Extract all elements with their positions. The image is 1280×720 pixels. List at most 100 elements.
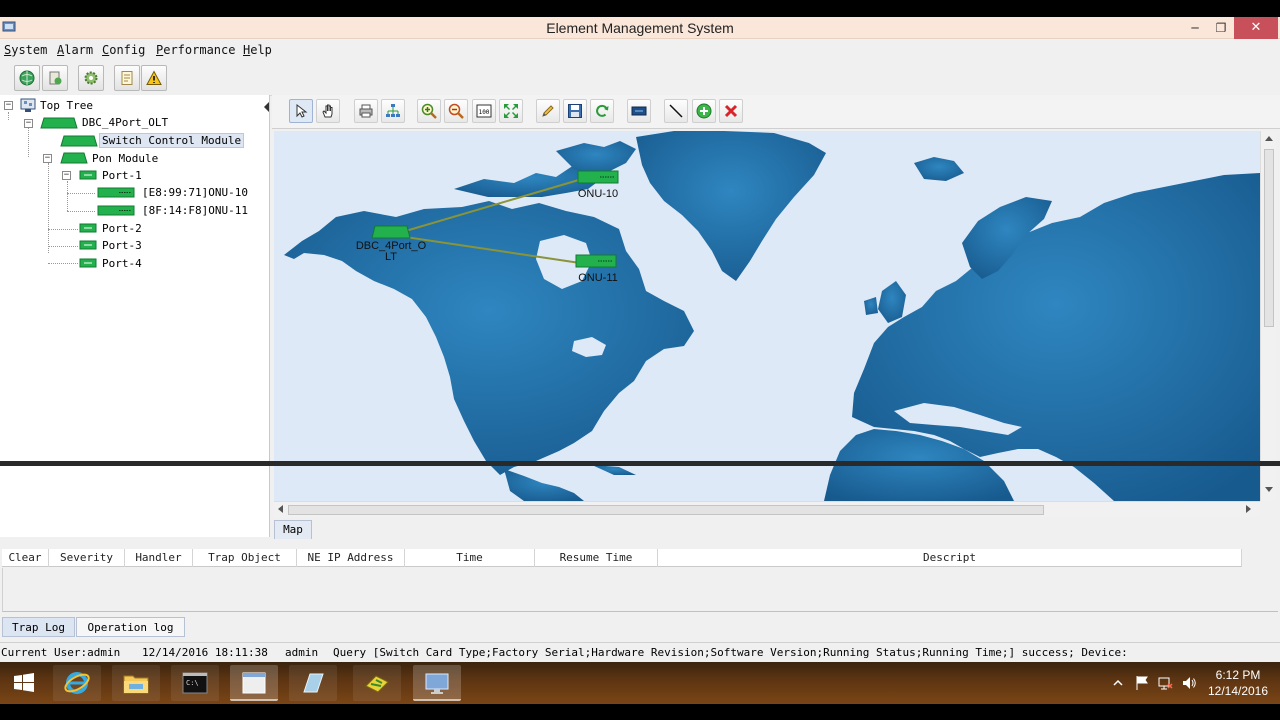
column-severity[interactable]: Severity [49,549,125,567]
select-tool-button[interactable] [289,99,313,123]
taskbar-remote-desktop[interactable] [413,665,461,701]
save-button[interactable] [563,99,587,123]
zoom-out-icon [448,103,464,119]
svg-text:C:\: C:\ [186,679,199,687]
zoom-in-button[interactable] [417,99,441,123]
tree-node-switch-control-module[interactable]: Switch Control Module [99,132,245,149]
menu-performance[interactable]: Performance [156,43,235,57]
add-button[interactable] [692,99,716,123]
settings-icon [84,71,98,85]
actual-size-button[interactable]: 100 [472,99,496,123]
title-bar[interactable]: Element Management System ─ ❐ ✕ [0,17,1280,39]
tree-node-pon-module[interactable]: Pon Module [90,150,160,167]
menu-help[interactable]: Help [243,43,272,57]
globe-icon [19,70,35,86]
panel-splitter[interactable] [0,461,1280,466]
vertical-scroll-thumb[interactable] [1264,149,1274,327]
auto-layout-button[interactable] [381,99,405,123]
device-list-button[interactable] [42,65,68,91]
start-button[interactable] [0,665,48,701]
tree-expander-pon-module[interactable]: − [43,154,52,163]
port-icon [79,240,97,250]
menu-bar: System Alarm Config Performance Help [0,40,1280,60]
scroll-right-arrow-icon[interactable] [1246,505,1251,513]
collapse-panel-arrow-icon[interactable] [264,102,269,112]
tab-map[interactable]: Map [274,520,312,539]
tree-node-port-2[interactable]: Port-2 [100,220,144,237]
add-device-button[interactable] [627,99,651,123]
column-descript[interactable]: Descript [658,549,1242,567]
fit-to-window-button[interactable] [499,99,523,123]
plus-circle-icon [696,103,712,119]
status-message: Query [Switch Card Type;Factory Serial;H… [333,646,1128,659]
column-handler[interactable]: Handler [125,549,193,567]
zoom-out-button[interactable] [444,99,468,123]
taskbar-file-explorer[interactable] [112,665,160,701]
hand-icon [322,104,333,118]
screen-top-bar [0,0,1280,17]
taskbar-command-prompt[interactable]: C:\ [171,665,219,701]
tree-node-port-1[interactable]: Port-1 [100,167,144,184]
taskbar-network-tool[interactable] [353,665,401,701]
volume-icon[interactable] [1181,675,1197,691]
window-title: Element Management System [546,20,734,36]
restore-button[interactable]: ❐ [1206,17,1236,39]
tab-trap-log[interactable]: Trap Log [2,617,75,637]
print-button[interactable] [354,99,378,123]
map-vertical-scrollbar[interactable] [1260,131,1276,501]
menu-config[interactable]: Config [102,43,145,57]
link-line-icon [669,104,683,118]
tree-node-port-3[interactable]: Port-3 [100,237,144,254]
folder-icon [123,675,149,694]
tab-operation-log[interactable]: Operation log [76,617,185,637]
show-hidden-icons-icon[interactable] [1112,675,1124,691]
settings-button[interactable] [78,65,104,91]
taskbar-internet-explorer[interactable] [53,665,101,701]
status-operator: admin [285,646,319,659]
menu-alarm[interactable]: Alarm [57,43,93,57]
column-time[interactable]: Time [405,549,535,567]
trap-table-body[interactable] [2,568,1278,612]
network-root-icon [20,98,36,112]
zoom-100-icon: 100 [476,104,492,118]
topology-button[interactable] [14,65,40,91]
action-center-flag-icon[interactable] [1134,675,1150,691]
taskbar-document-app[interactable] [289,665,337,701]
tree-expander-root[interactable]: − [4,101,13,110]
column-resume-time[interactable]: Resume Time [535,549,658,567]
map-horizontal-scrollbar[interactable] [274,501,1260,517]
status-timestamp: 12/14/2016 18:11:38 [142,646,268,659]
network-status-icon[interactable] [1157,675,1173,691]
horizontal-scroll-thumb[interactable] [288,505,1044,515]
taskbar-clock[interactable]: 6:12 PM 12/14/2016 [1202,667,1274,699]
scroll-up-arrow-icon[interactable] [1265,136,1273,141]
column-clear[interactable]: Clear [2,549,49,567]
column-ne-ip-address[interactable]: NE IP Address [297,549,405,567]
tree-node-olt[interactable]: DBC_4Port_OLT [80,114,170,131]
delete-button[interactable] [719,99,743,123]
tree-expander-olt[interactable]: − [24,119,33,128]
refresh-button[interactable] [590,99,614,123]
land-greenland [636,131,826,281]
report-button[interactable] [114,65,140,91]
draw-link-button[interactable] [664,99,688,123]
windows-taskbar: C:\ 6:12 PM 12/14/2016 [0,662,1280,704]
onu-device-icon [97,187,135,198]
tree-node-onu-11[interactable]: [8F:14:F8]ONU-11 [140,202,250,219]
close-button[interactable]: ✕ [1234,17,1278,39]
taskbar-ems-window[interactable] [230,665,278,701]
column-trap-object[interactable]: Trap Object [193,549,297,567]
scroll-down-arrow-icon[interactable] [1265,487,1273,492]
tree-expander-port-1[interactable]: − [62,171,71,180]
tree-node-port-4[interactable]: Port-4 [100,255,144,272]
scroll-left-arrow-icon[interactable] [278,505,283,513]
tree-node-top-tree[interactable]: Top Tree [38,97,95,114]
menu-system[interactable]: System [4,43,47,57]
alarm-button[interactable] [141,65,167,91]
land-ireland [864,297,878,315]
pan-tool-button[interactable] [316,99,340,123]
tree-node-onu-10[interactable]: [E8:99:71]ONU-10 [140,184,250,201]
topology-map-canvas[interactable]: DBC_4Port_O LT ONU-10 ONU-11 [274,131,1260,501]
edit-button[interactable] [536,99,560,123]
zoom-in-icon [421,103,437,119]
